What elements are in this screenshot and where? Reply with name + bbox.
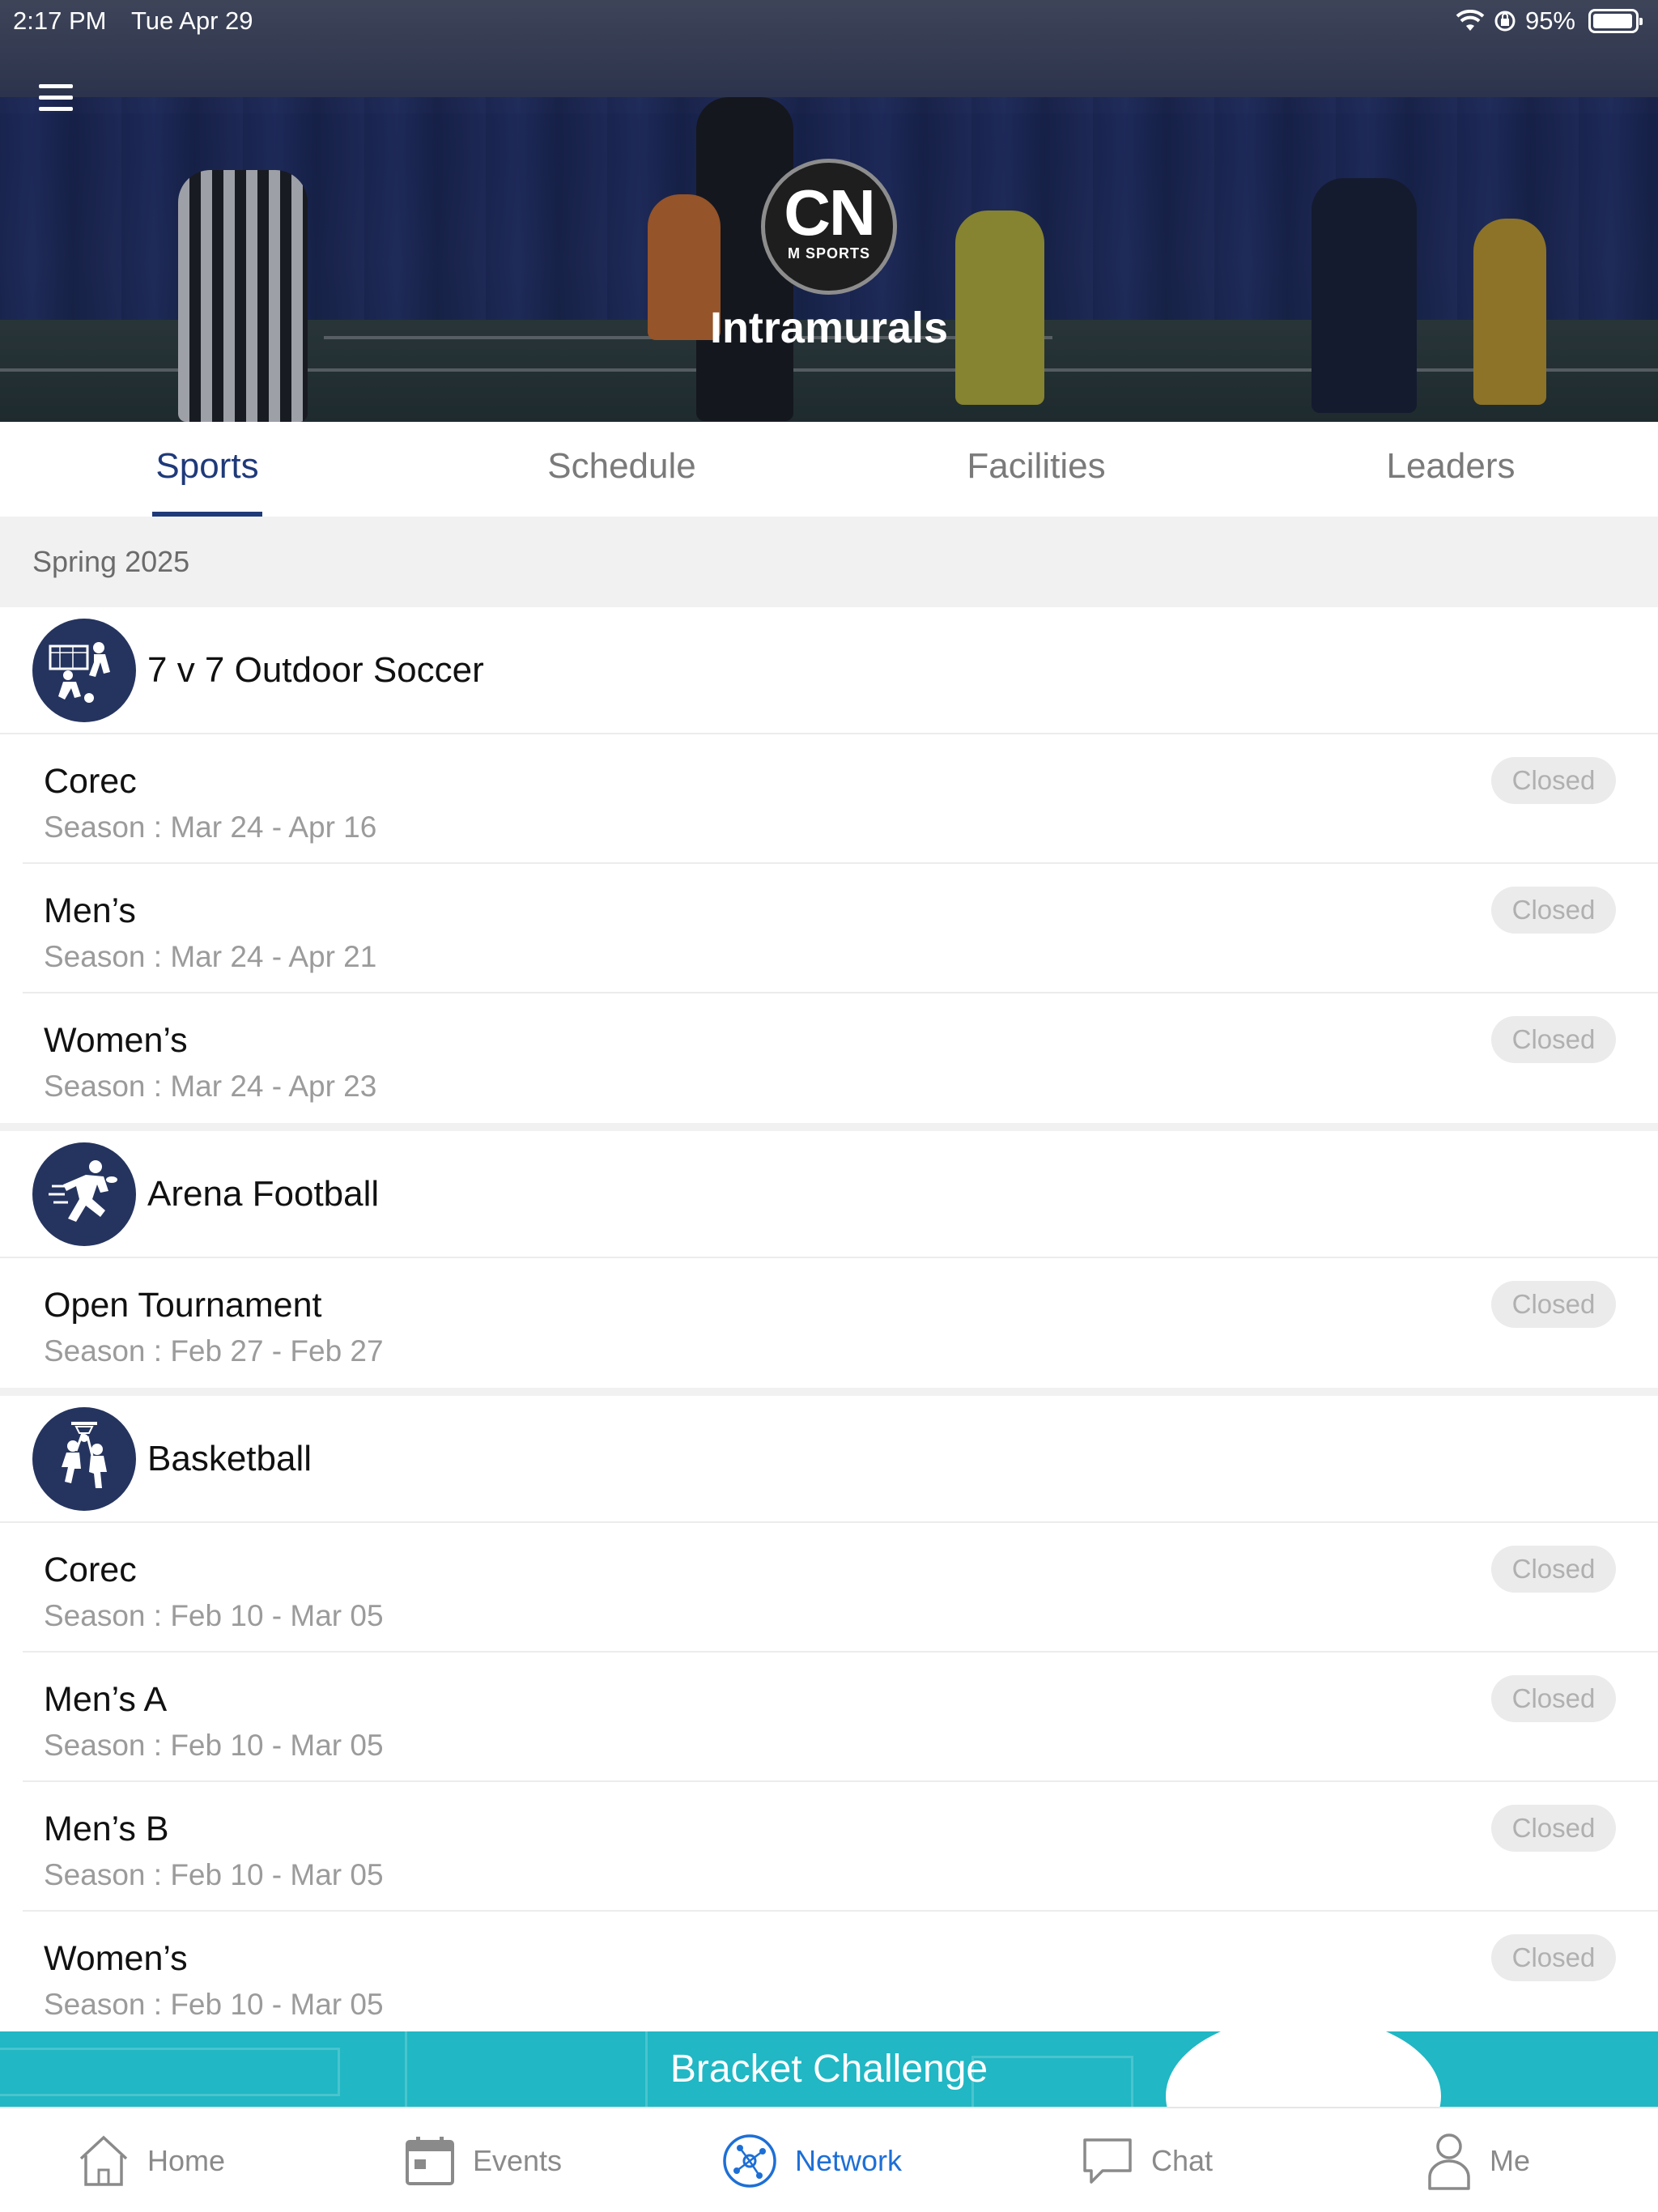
league-name: Corec (44, 1551, 137, 1589)
status-badge: Closed (1491, 1546, 1616, 1593)
nav-label: Home (147, 2144, 226, 2177)
term-header: Spring 2025 (0, 517, 1658, 607)
league-row[interactable]: Corec Season : Feb 10 - Mar 05 Closed (23, 1523, 1658, 1653)
bracket-challenge-banner[interactable]: Bracket Challenge (0, 2031, 1658, 2107)
league-season: Season : Feb 10 - Mar 05 (44, 1599, 384, 1632)
nav-events[interactable]: Events (405, 2108, 562, 2212)
status-indicators: 95% (1456, 6, 1643, 36)
league-name: Open Tournament (44, 1286, 322, 1325)
sport-name: Arena Football (147, 1173, 380, 1214)
bottom-nav: Home Events Network Chat Me (0, 2107, 1658, 2212)
status-badge: Closed (1491, 1805, 1616, 1852)
football-icon (32, 1142, 136, 1246)
league-name: Men’s A (44, 1680, 168, 1719)
league-row[interactable]: Women’s Season : Feb 10 - Mar 05 Closed (23, 1912, 1658, 2041)
league-season: Season : Feb 10 - Mar 05 (44, 1988, 384, 2021)
nav-label: Events (473, 2144, 563, 2177)
status-date: Tue Apr 29 (131, 6, 253, 35)
calendar-icon (406, 2137, 454, 2185)
banner-label: Bracket Challenge (670, 2048, 988, 2091)
league-season: Season : Feb 27 - Feb 27 (44, 1334, 384, 1368)
league-name: Men’s (44, 891, 136, 930)
nav-label: Me (1490, 2144, 1531, 2177)
soccer-icon (32, 618, 136, 722)
league-name: Women’s (44, 1939, 188, 1978)
battery-icon (1588, 9, 1643, 33)
chat-icon (1083, 2138, 1132, 2184)
page-title: Intramurals (709, 304, 949, 352)
sport-header-soccer[interactable]: 7 v 7 Outdoor Soccer (0, 607, 1658, 734)
home-icon (79, 2135, 128, 2186)
sports-list: 7 v 7 Outdoor Soccer Corec Season : Mar … (0, 607, 1658, 2041)
menu-button[interactable] (39, 84, 74, 113)
league-row[interactable]: Men’s A Season : Feb 10 - Mar 05 Closed (23, 1653, 1658, 1782)
league-row[interactable]: Men’s B Season : Feb 10 - Mar 05 Closed (23, 1782, 1658, 1912)
league-season: Season : Mar 24 - Apr 23 (44, 1070, 377, 1103)
orientation-lock-icon (1494, 11, 1516, 32)
wifi-icon (1456, 10, 1485, 31)
league-season: Season : Feb 10 - Mar 05 (44, 1858, 384, 1891)
status-bar: 2:17 PM Tue Apr 29 95% (0, 0, 1658, 42)
status-badge: Closed (1491, 1675, 1616, 1722)
org-logo: CN M SPORTS (761, 159, 897, 295)
league-name: Men’s B (44, 1810, 169, 1848)
tab-schedule[interactable]: Schedule (414, 422, 829, 517)
tab-bar: Sports Schedule Facilities Leaders (0, 422, 1658, 517)
sport-name: Basketball (147, 1438, 312, 1478)
sport-name: 7 v 7 Outdoor Soccer (147, 649, 484, 690)
battery-percent: 95% (1524, 6, 1575, 35)
nav-chat[interactable]: Chat (1082, 2108, 1213, 2212)
group-divider (0, 1388, 1658, 1396)
league-name: Corec (44, 762, 137, 801)
sport-header-football[interactable]: Arena Football (0, 1131, 1658, 1258)
hero-banner: 2:17 PM Tue Apr 29 95% CN M SPORTS Intra… (0, 0, 1658, 422)
league-season: Season : Feb 10 - Mar 05 (44, 1729, 384, 1762)
network-icon (723, 2134, 776, 2188)
nav-home[interactable]: Home (78, 2108, 225, 2212)
league-row[interactable]: Corec Season : Mar 24 - Apr 16 Closed (23, 734, 1658, 864)
tab-facilities[interactable]: Facilities (829, 422, 1244, 517)
league-name: Women’s (44, 1021, 188, 1060)
person-icon (1428, 2133, 1470, 2190)
tab-sports[interactable]: Sports (0, 422, 414, 517)
league-season: Season : Mar 24 - Apr 16 (44, 810, 377, 844)
status-time: 2:17 PM (13, 6, 107, 35)
status-badge: Closed (1491, 1281, 1616, 1328)
league-row[interactable]: Open Tournament Season : Feb 27 - Feb 27… (23, 1258, 1658, 1388)
status-badge: Closed (1491, 757, 1616, 804)
basketball-icon (32, 1406, 136, 1511)
logo-main-text: CN (784, 177, 876, 249)
league-season: Season : Mar 24 - Apr 21 (44, 940, 377, 973)
sport-header-basketball[interactable]: Basketball (0, 1396, 1658, 1523)
league-row[interactable]: Men’s Season : Mar 24 - Apr 21 Closed (23, 864, 1658, 993)
nav-label: Network (795, 2144, 903, 2177)
nav-network[interactable]: Network (722, 2108, 902, 2212)
nav-me[interactable]: Me (1426, 2108, 1530, 2212)
group-divider (0, 1123, 1658, 1131)
league-row[interactable]: Women’s Season : Mar 24 - Apr 23 Closed (23, 993, 1658, 1123)
status-badge: Closed (1491, 1016, 1616, 1063)
tab-leaders[interactable]: Leaders (1244, 422, 1658, 517)
nav-label: Chat (1151, 2144, 1214, 2177)
status-badge: Closed (1491, 887, 1616, 934)
status-badge: Closed (1491, 1934, 1616, 1981)
